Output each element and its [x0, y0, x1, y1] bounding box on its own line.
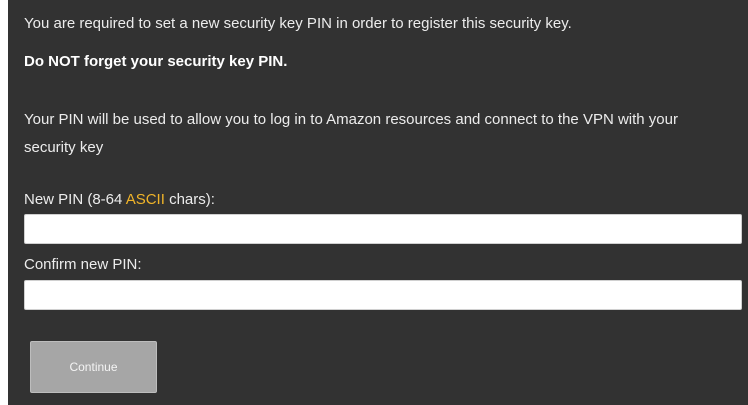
- new-pin-input[interactable]: [24, 214, 742, 244]
- confirm-pin-input[interactable]: [24, 280, 742, 310]
- ascii-link[interactable]: ASCII: [126, 191, 165, 208]
- new-pin-label-suffix: chars):: [164, 191, 215, 208]
- description-text: Your PIN will be used to allow you to lo…: [24, 111, 678, 156]
- continue-button[interactable]: Continue: [30, 341, 157, 393]
- warning-text: Do NOT forget your security key PIN.: [24, 53, 288, 70]
- new-pin-label: New PIN (8-64 ASCII chars):: [24, 186, 215, 214]
- intro-text: You are required to set a new security k…: [24, 15, 572, 32]
- security-key-pin-panel: You are required to set a new security k…: [8, 0, 748, 405]
- confirm-pin-label: Confirm new PIN:: [24, 256, 142, 273]
- new-pin-label-prefix: New PIN (8-64: [24, 191, 126, 208]
